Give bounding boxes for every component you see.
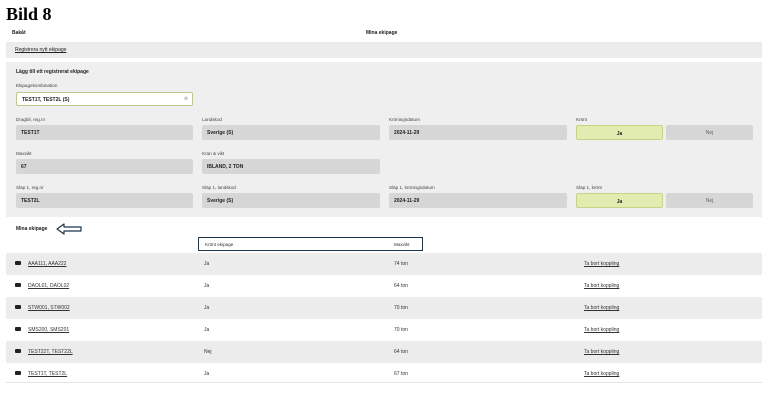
landskod-label: Landskod [202,117,222,122]
table-row: DAOL01, DAOL02 Ja 64 ton Ta bort kopplin… [6,275,762,297]
maxvikt-cell: 64 ton [394,349,408,355]
truck-icon [15,305,21,309]
kront-cell: Ja [204,305,210,311]
truck-icon [15,261,21,265]
maxvikt-cell: 74 ton [394,261,408,267]
kront-cell: Ja [204,283,210,289]
panel-title: Lägg till ett registrerat ekipage [16,69,89,75]
col-kront-header: Krönt ekipage [205,242,234,247]
col-maxvikt-header: Maxvikt [394,242,410,247]
ekipage-link[interactable]: STW001, STW002 [28,305,70,311]
list-header: Mina ekipage [6,221,762,237]
register-new-link[interactable]: Registrera nytt ekipage [15,47,66,53]
clear-icon[interactable]: ⊗ [184,96,188,102]
maxvikt-field[interactable]: 67 [16,159,193,174]
list-title: Mina ekipage [16,226,48,232]
remove-link[interactable]: Ta bort koppling [584,327,619,333]
column-header: Krönt ekipage Maxvikt [198,237,423,251]
slap-field[interactable]: TEST2L [16,193,193,208]
kront-label: Krönt [576,117,587,122]
table-row: TEST22T, TEST22L Nej 64 ton Ta bort kopp… [6,341,762,363]
truck-icon [15,327,21,331]
truck-icon [15,283,21,287]
maxvikt-cell: 67 ton [394,371,408,377]
maxvikt-label: Maxvikt [16,151,32,156]
remove-link[interactable]: Ta bort koppling [584,283,619,289]
kront-cell: Ja [204,261,210,267]
landskod-field[interactable]: Sverige (S) [202,125,380,140]
dragbil-label: Dragbil, reg.nr [16,117,46,122]
kran-field[interactable]: IBLAND, 2 TON [202,159,380,174]
divider [6,382,762,383]
ekipage-link[interactable]: TEST1T, TEST2L [28,371,67,377]
kront-no-toggle[interactable]: Nej [666,125,753,140]
remove-link[interactable]: Ta bort koppling [584,371,619,377]
slap-kron-field[interactable]: 2024-11-29 [389,193,567,208]
truck-icon [15,349,21,353]
dragbil-field[interactable]: TEST1T [16,125,193,140]
remove-link[interactable]: Ta bort koppling [584,305,619,311]
slap-landskod-field[interactable]: Sverige (S) [202,193,380,208]
table-row: STW001, STW002 Ja 70 ton Ta bort kopplin… [6,297,762,319]
page-title: Mina ekipage [366,30,398,36]
slap-label: Släp 1, reg.nr [16,185,44,190]
combo-label: Ekipagekombination [16,83,58,88]
top-bar: Bakåt Mina ekipage [6,27,762,40]
slap-kront-yes-toggle[interactable]: Ja [576,193,663,208]
table-row: SMS200, SMS201 Ja 70 ton Ta bort kopplin… [6,319,762,341]
slap-landskod-label: Släp 1, landskod [202,185,236,190]
register-bar: Registrera nytt ekipage [6,42,762,58]
maxvikt-cell: 70 ton [394,305,408,311]
remove-link[interactable]: Ta bort koppling [584,261,619,267]
kran-label: Kran & vikt [202,151,225,156]
left-arrow-icon [56,223,82,235]
back-link[interactable]: Bakåt [12,30,26,36]
ekipage-list: AAA111, AAA222 Ja 74 ton Ta bort kopplin… [6,253,762,385]
slap-kront-no-toggle[interactable]: Nej [666,193,753,208]
remove-link[interactable]: Ta bort koppling [584,349,619,355]
ekipage-link[interactable]: DAOL01, DAOL02 [28,283,69,289]
maxvikt-cell: 64 ton [394,283,408,289]
maxvikt-cell: 70 ton [394,327,408,333]
combo-select[interactable]: TEST1T, TEST2L (S) ⊗ [16,92,193,106]
kron-field[interactable]: 2024-11-29 [389,125,567,140]
combo-value: TEST1T, TEST2L (S) [22,97,70,103]
table-row: AAA111, AAA222 Ja 74 ton Ta bort kopplin… [6,253,762,275]
ekipage-link[interactable]: TEST22T, TEST22L [28,349,73,355]
kron-label: Kröningsdatum [389,117,420,122]
ekipage-link[interactable]: AAA111, AAA222 [28,261,66,267]
kront-cell: Ja [204,371,210,377]
document-title: Bild 8 [6,4,52,24]
kront-yes-toggle[interactable]: Ja [576,125,663,140]
slap-kront-label: Släp 1, krönt [576,185,602,190]
kront-cell: Ja [204,327,210,333]
truck-icon [15,371,21,375]
ekipage-link[interactable]: SMS200, SMS201 [28,327,69,333]
kront-cell: Nej [204,349,212,355]
slap-kron-label: Släp 1, kröningsdatum [389,185,435,190]
add-registered-panel: Lägg till ett registrerat ekipage Ekipag… [6,62,762,217]
